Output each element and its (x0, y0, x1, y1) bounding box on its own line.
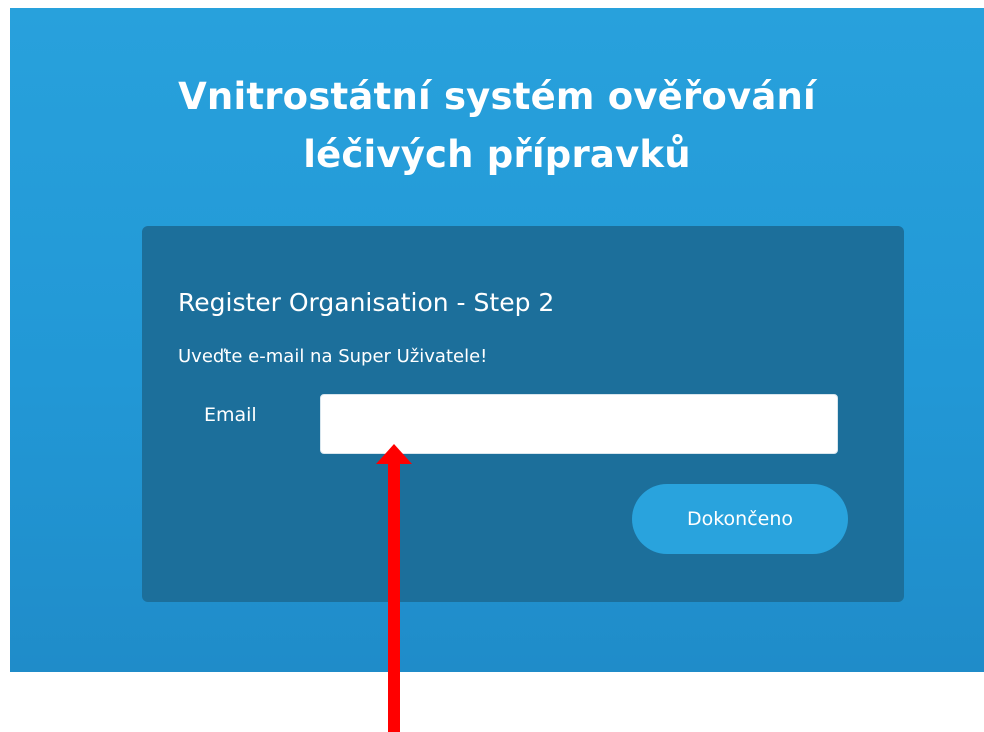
page-title-line-1: Vnitrostátní systém ověřování (178, 75, 816, 118)
submit-button[interactable]: Dokončeno (632, 484, 848, 554)
arrow-head (376, 444, 412, 464)
registration-form-card: Register Organisation - Step 2 Uveďte e-… (142, 226, 904, 602)
hero-banner: Vnitrostátní systém ověřování léčivých p… (10, 8, 984, 672)
email-label: Email (204, 404, 257, 426)
page-title-line-2: léčivých přípravků (303, 133, 691, 176)
red-arrow-up-icon (376, 444, 412, 732)
arrow-shaft (388, 462, 400, 732)
form-heading: Register Organisation - Step 2 (178, 288, 555, 317)
form-instruction: Uveďte e-mail na Super Uživatele! (178, 346, 488, 367)
page: Vnitrostátní systém ověřování léčivých p… (0, 0, 984, 732)
page-title: Vnitrostátní systém ověřování léčivých p… (10, 68, 984, 184)
